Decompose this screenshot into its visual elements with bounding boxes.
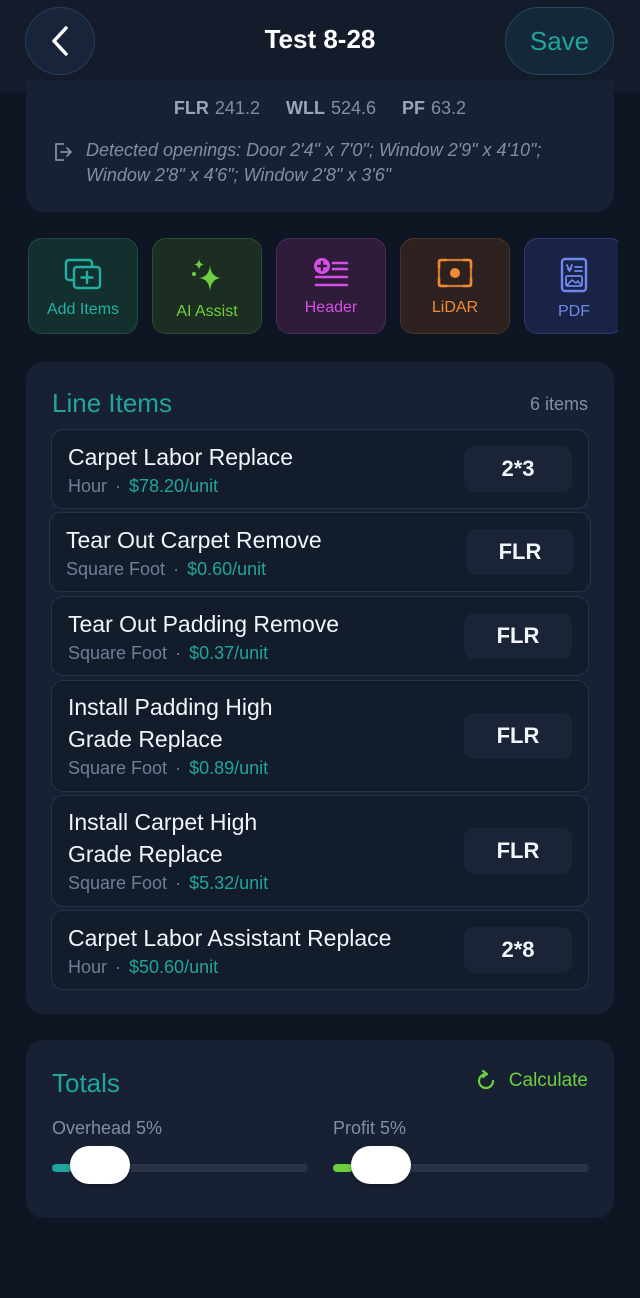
openings-text: Detected openings: Door 2'4" x 7'0"; Win… (86, 140, 542, 185)
overhead-slider-fill (52, 1164, 72, 1172)
profit-slider-fill (333, 1164, 353, 1172)
line-item[interactable]: Install Padding High Grade Replace Squar… (51, 680, 589, 792)
overhead-slider-thumb[interactable] (70, 1146, 130, 1184)
item-meta: Square Foot · $0.60/unit (66, 559, 267, 579)
lidar-scan-icon (437, 258, 473, 288)
sparkles-icon (192, 259, 221, 291)
ai-assist-label: AI Assist (176, 303, 238, 320)
item-meta: Hour · $50.60/unit (68, 957, 219, 977)
calculate-label: Calculate (508, 1070, 588, 1091)
pdf-button[interactable]: PDF (524, 238, 618, 334)
item-meta: Square Foot · $5.32/unit (68, 873, 269, 893)
item-name-line2: Grade Replace (68, 726, 223, 752)
item-name-line2: Grade Replace (68, 841, 223, 867)
line-item[interactable]: Carpet Labor Assistant Replace Hour · $50.… (51, 910, 589, 990)
header-button[interactable]: Header (276, 238, 386, 334)
overhead-slider[interactable] (52, 1146, 308, 1184)
wall-measure: WLL 524.6 (285, 98, 376, 118)
quantity-field[interactable]: FLR (464, 713, 572, 759)
lidar-button[interactable]: LiDAR (400, 238, 510, 334)
line-item[interactable]: Tear Out Padding Remove Square Foot · $0.3… (51, 596, 589, 676)
save-button[interactable]: Save (505, 7, 614, 75)
ai-assist-button[interactable]: AI Assist (152, 238, 262, 334)
perimeter-measure: PF 63.2 (402, 98, 467, 118)
pdf-document-icon (560, 257, 588, 293)
add-items-button[interactable]: Add Items (28, 238, 138, 334)
action-toolbar: Add Items AI Assist Header LiDAR PDF (28, 238, 618, 338)
line-item[interactable]: Carpet Labor Replace Hour · $78.20/unit 2*… (51, 429, 589, 509)
overhead-label: Overhead 5% (52, 1118, 163, 1138)
quantity-field[interactable]: FLR (464, 613, 572, 659)
floor-measure: FLR 241.2 (173, 98, 260, 118)
door-exit-icon (55, 143, 72, 161)
item-name: Carpet Labor Replace (68, 444, 294, 470)
measurements-card: FLR 241.2 WLL 524.6 PF 63.2 Detected openin… (26, 80, 614, 212)
item-name: Install Carpet High (68, 809, 258, 835)
profit-slider-thumb[interactable] (351, 1146, 411, 1184)
line-items-title: Line Items (52, 388, 172, 418)
measurement-summary: FLR 241.2 WLL 524.6 PF 63.2 (26, 98, 614, 119)
add-items-label: Add Items (46, 301, 120, 318)
totals-title: Totals (52, 1068, 120, 1098)
top-bar: Test 8-28 Save (0, 0, 640, 92)
item-name: Tear Out Padding Remove (68, 611, 340, 637)
line-item[interactable]: Tear Out Carpet Remove Square Foot · $0.60… (49, 512, 591, 592)
totals-card: Totals Calculate Overhead 5% Profit 5% (26, 1040, 614, 1218)
quantity-field[interactable]: 2*8 (464, 927, 572, 973)
profit-label: Profit 5% (333, 1118, 407, 1138)
refresh-icon (477, 1070, 494, 1090)
header-label: Header (304, 299, 358, 316)
item-meta: Square Foot · $0.37/unit (68, 643, 269, 663)
item-name: Install Padding High (68, 694, 273, 720)
items-count: 6 items (529, 394, 588, 414)
add-items-icon (64, 258, 102, 290)
quantity-field[interactable]: FLR (466, 529, 574, 575)
quantity-field[interactable]: 2*3 (464, 446, 572, 492)
item-name: Tear Out Carpet Remove (66, 527, 322, 553)
line-item[interactable]: Install Carpet High Grade Replace Square… (51, 795, 589, 907)
item-name: Carpet Labor Assistant Replace (68, 925, 392, 951)
calculate-button[interactable]: Calculate (475, 1070, 588, 1092)
quantity-field[interactable]: FLR (464, 828, 572, 874)
header-list-icon (314, 258, 349, 287)
pdf-label: PDF (558, 303, 590, 320)
line-items-card: Line Items 6 items Carpet Labor Replace … (26, 362, 614, 1014)
lidar-label: LiDAR (431, 299, 479, 316)
item-meta: Hour · $78.20/unit (68, 476, 219, 496)
profit-slider[interactable] (333, 1146, 589, 1184)
detected-openings: Detected openings: Door 2'4" x 7'0"; Win… (52, 138, 592, 188)
item-meta: Square Foot · $0.89/unit (68, 758, 269, 778)
